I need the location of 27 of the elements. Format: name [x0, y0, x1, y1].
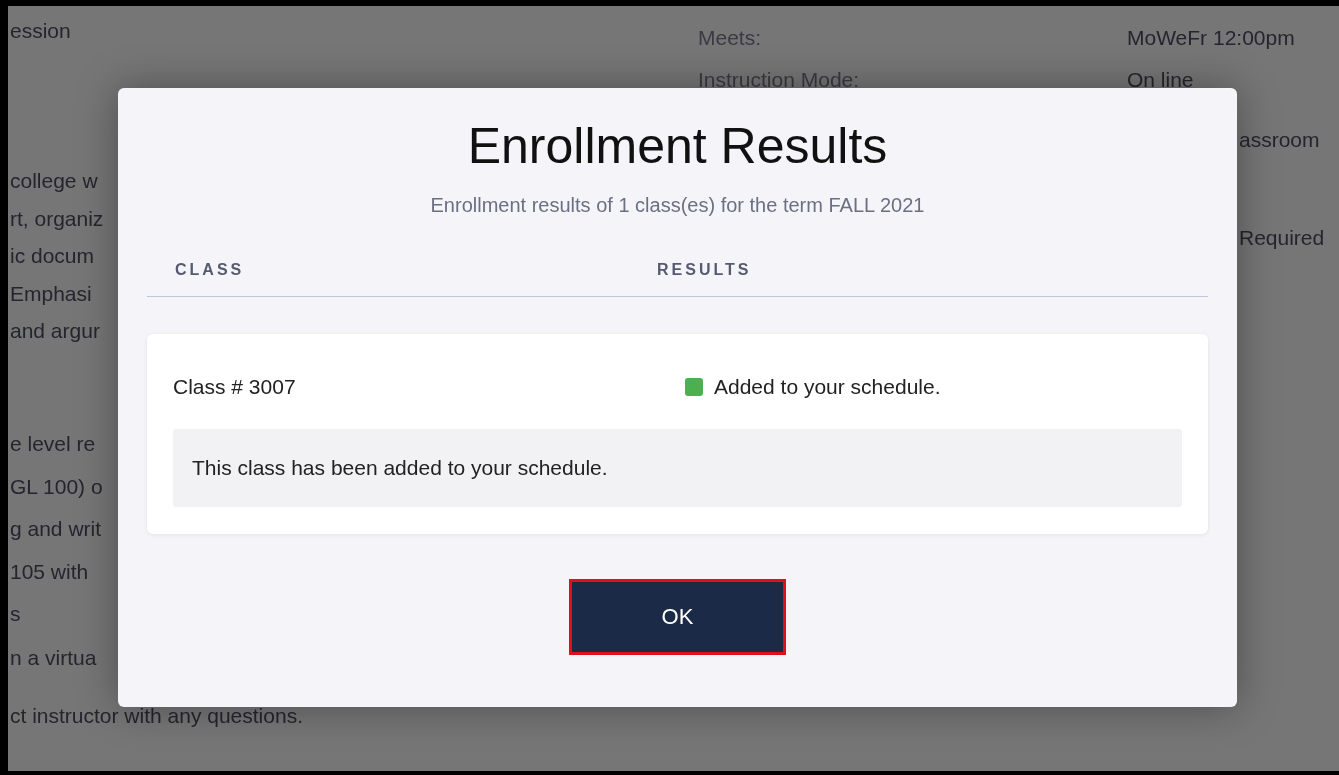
detail-value: Required [1239, 226, 1325, 250]
detail-value: assroom [1239, 128, 1321, 152]
class-number: Class # 3007 [173, 374, 297, 400]
description-text: college w [10, 169, 98, 193]
description-text: rt, organiz [10, 206, 104, 231]
description-text: e level re [10, 432, 96, 456]
description-text: ct instructor with any questions. [10, 704, 303, 728]
detail-label: Instruction Mode: [698, 68, 861, 92]
description-text: g and writ [10, 517, 102, 541]
detail-value: On line [1127, 68, 1194, 92]
description-text: 105 with [10, 559, 89, 584]
description-text: and argur [10, 319, 100, 343]
detail-label: Meets: [698, 26, 763, 50]
description-text: Emphasi [10, 281, 92, 306]
dialog-title: Enrollment Results [467, 117, 888, 176]
detail-value: MoWeFr 12:00pm [1127, 26, 1295, 50]
description-text: ession [10, 19, 71, 43]
description-text: s [10, 602, 21, 626]
result-text: Added to your schedule. [714, 374, 941, 400]
description-text: n a virtua [10, 646, 97, 670]
column-header: CLASS [174, 260, 246, 280]
result-message: This class has been added to your schedule. [173, 428, 1182, 507]
ok-button[interactable]: OK [569, 578, 786, 655]
description-text: GL 100) o [10, 474, 103, 499]
description-text: ic docum [10, 244, 95, 268]
column-header: RESULTS [657, 260, 752, 280]
dialog-subtitle: Enrollment results of 1 class(es) for the term FALL 2021 [430, 193, 925, 218]
